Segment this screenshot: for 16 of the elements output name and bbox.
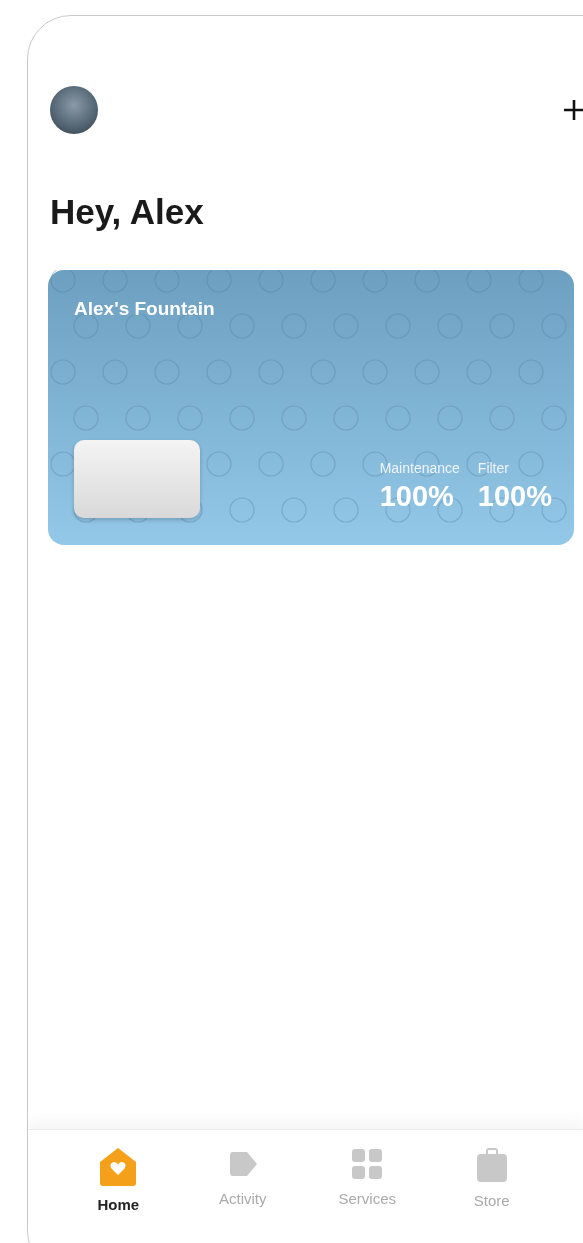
bag-icon [476, 1148, 507, 1182]
home-icon [98, 1148, 139, 1186]
grid-icon [351, 1148, 384, 1180]
nav-tab[interactable]: Home [56, 1142, 181, 1219]
stat-label: Filter [477, 460, 510, 476]
nav-tab[interactable]: Store [429, 1142, 554, 1215]
device-card[interactable]: Alex's Fountain Maintenance 100% Filter 100% [48, 270, 574, 545]
stat-value: 100% [477, 480, 552, 513]
nav-tab[interactable]: Activity [180, 1142, 305, 1213]
avatar[interactable] [50, 86, 98, 134]
stat-label: Maintenance [379, 460, 460, 476]
stat-value: 100% [379, 480, 455, 513]
device-name: Alex's Fountain [74, 298, 215, 320]
add-button[interactable] [562, 98, 583, 122]
nav-tab[interactable]: Services [305, 1142, 430, 1213]
greeting-title: Hey, Alex [50, 192, 205, 232]
